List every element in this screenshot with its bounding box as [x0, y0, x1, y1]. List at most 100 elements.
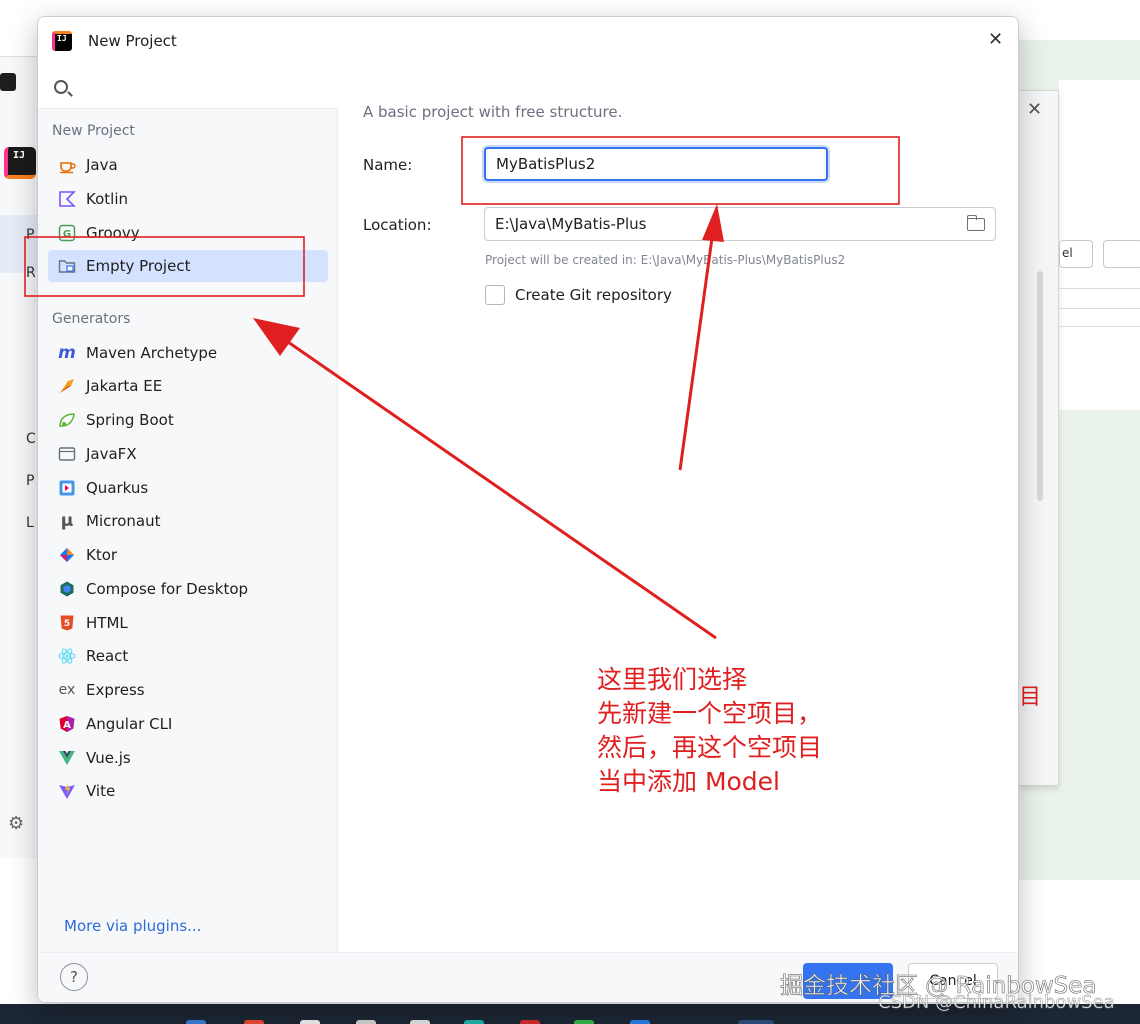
background-dialog: ✕ 目 [1019, 90, 1059, 786]
list-item-label: Maven Archetype [86, 344, 218, 362]
list-item-kotlin[interactable]: Kotlin [48, 183, 328, 215]
express-icon: ex [58, 682, 76, 698]
divider [1059, 308, 1140, 309]
list-item-label: Compose for Desktop [86, 580, 249, 598]
list-item-quarkus[interactable]: Quarkus [48, 472, 328, 504]
gear-icon: ⚙ [8, 813, 25, 834]
created-path-hint: Project will be created in: E:\Java\MyBa… [485, 253, 846, 267]
intellij-icon: IJ [52, 31, 72, 51]
annotation-line: 然后，再这个空项目 [597, 733, 823, 762]
list-item-vite[interactable]: Vite [48, 775, 328, 807]
intellij-logo-icon: IJ [4, 147, 36, 179]
vue-icon [58, 749, 76, 767]
more-via-plugins-link[interactable]: More via plugins... [64, 917, 201, 935]
background-fragment: R [26, 265, 36, 281]
background-fragment: C [26, 431, 36, 447]
ktor-icon [58, 546, 76, 564]
search-bar [38, 67, 338, 109]
list-item-label: Java [86, 156, 118, 174]
background-fragment: P [26, 473, 35, 489]
taskbar-app-icon [410, 1020, 430, 1024]
list-item-jakarta-ee[interactable]: Jakarta EE [48, 370, 328, 402]
list-item-spring-boot[interactable]: Spring Boot [48, 404, 328, 436]
folder-browse-icon[interactable] [967, 215, 985, 231]
new-project-dialog: IJ New Project ✕ New Project Java Kotlin… [37, 16, 1019, 1003]
list-item-label: Angular CLI [86, 715, 173, 733]
taskbar-app-icon [356, 1020, 376, 1024]
javafx-icon [58, 445, 76, 463]
list-item-label: JavaFX [86, 445, 137, 463]
react-icon [58, 647, 76, 665]
list-item-label: Micronaut [86, 512, 161, 530]
title-bar: IJ New Project ✕ [38, 17, 1018, 67]
annotation-line: 当中添加 Model [597, 767, 781, 796]
list-item-label: Jakarta EE [86, 377, 163, 395]
git-repository-label: Create Git repository [515, 286, 672, 304]
html5-icon: 5 [58, 614, 76, 632]
project-type-list: New Project Java Kotlin G Groovy Empty P… [38, 67, 338, 952]
background-button: el [1059, 240, 1093, 268]
annotation-line: 这里我们选择 [597, 665, 748, 694]
taskbar-app-icon [574, 1020, 594, 1024]
taskbar-app-icon [630, 1020, 650, 1024]
list-item-label: Quarkus [86, 479, 149, 497]
background-button [1103, 240, 1140, 268]
micronaut-icon: μ [60, 511, 74, 531]
list-item-groovy[interactable]: G Groovy [48, 217, 328, 249]
compose-icon [58, 580, 76, 598]
groovy-icon: G [58, 224, 76, 242]
annotation-line: 先新建一个空项目， [597, 699, 823, 728]
background-ide-window: IJ P R C P L ⚙ [0, 56, 40, 858]
divider [1059, 326, 1140, 327]
list-item-micronaut[interactable]: μ Micronaut [48, 505, 328, 537]
list-item-label: Vite [86, 782, 116, 800]
project-description: A basic project with free structure. [363, 103, 623, 121]
taskbar-app-icon [186, 1020, 206, 1024]
list-item-javafx[interactable]: JavaFX [48, 438, 328, 470]
list-item-compose-for-desktop[interactable]: Compose for Desktop [48, 573, 328, 605]
list-item-label: Express [86, 681, 145, 699]
section-new-project: New Project [52, 123, 135, 139]
quarkus-icon [58, 479, 76, 497]
list-item-label: Spring Boot [86, 411, 174, 429]
dialog-title: New Project [88, 32, 177, 50]
maven-icon: m [58, 343, 76, 363]
name-field[interactable] [484, 147, 828, 181]
annotation-fragment: 目 [1019, 685, 1042, 710]
name-label: Name: [363, 156, 413, 174]
list-item-maven-archetype[interactable]: m Maven Archetype [48, 337, 328, 369]
git-repository-checkbox[interactable] [485, 285, 505, 305]
list-item-label: Groovy [86, 224, 140, 242]
list-item-ktor[interactable]: Ktor [48, 539, 328, 571]
project-form: A basic project with free structure. Nam… [339, 67, 1018, 952]
location-label: Location: [363, 216, 432, 234]
list-item-react[interactable]: React [48, 640, 328, 672]
angular-icon: A [58, 715, 76, 733]
svg-text:G: G [63, 229, 71, 240]
list-item-java[interactable]: Java [48, 149, 328, 181]
search-input[interactable] [80, 75, 320, 101]
location-field[interactable] [484, 207, 996, 241]
list-item-express[interactable]: ex Express [48, 674, 328, 706]
close-icon[interactable]: ✕ [988, 29, 1003, 50]
list-item-label: React [86, 647, 129, 665]
svg-text:A: A [63, 720, 71, 731]
folder-icon [58, 257, 76, 275]
list-item-label: Kotlin [86, 190, 128, 208]
list-item-vue-js[interactable]: Vue.js [48, 742, 328, 774]
section-generators: Generators [52, 311, 131, 327]
divider [1059, 288, 1140, 289]
watermark-secondary: CSDN @ChinaRainbowSea [878, 992, 1115, 1013]
taskbar-app-icon [300, 1020, 320, 1024]
background-settings-window: ✕ 目 el [1019, 40, 1140, 880]
java-cup-icon [58, 156, 76, 174]
background-fragment: L [26, 515, 34, 531]
list-item-angular-cli[interactable]: A Angular CLI [48, 708, 328, 740]
jakarta-ee-icon [58, 377, 76, 395]
list-item-html[interactable]: 5 HTML [48, 607, 328, 639]
help-icon[interactable]: ? [60, 963, 88, 991]
list-item-empty-project[interactable]: Empty Project [48, 250, 328, 282]
kotlin-icon [58, 190, 76, 208]
close-icon: ✕ [1027, 99, 1043, 120]
taskbar-app-icon [464, 1020, 484, 1024]
